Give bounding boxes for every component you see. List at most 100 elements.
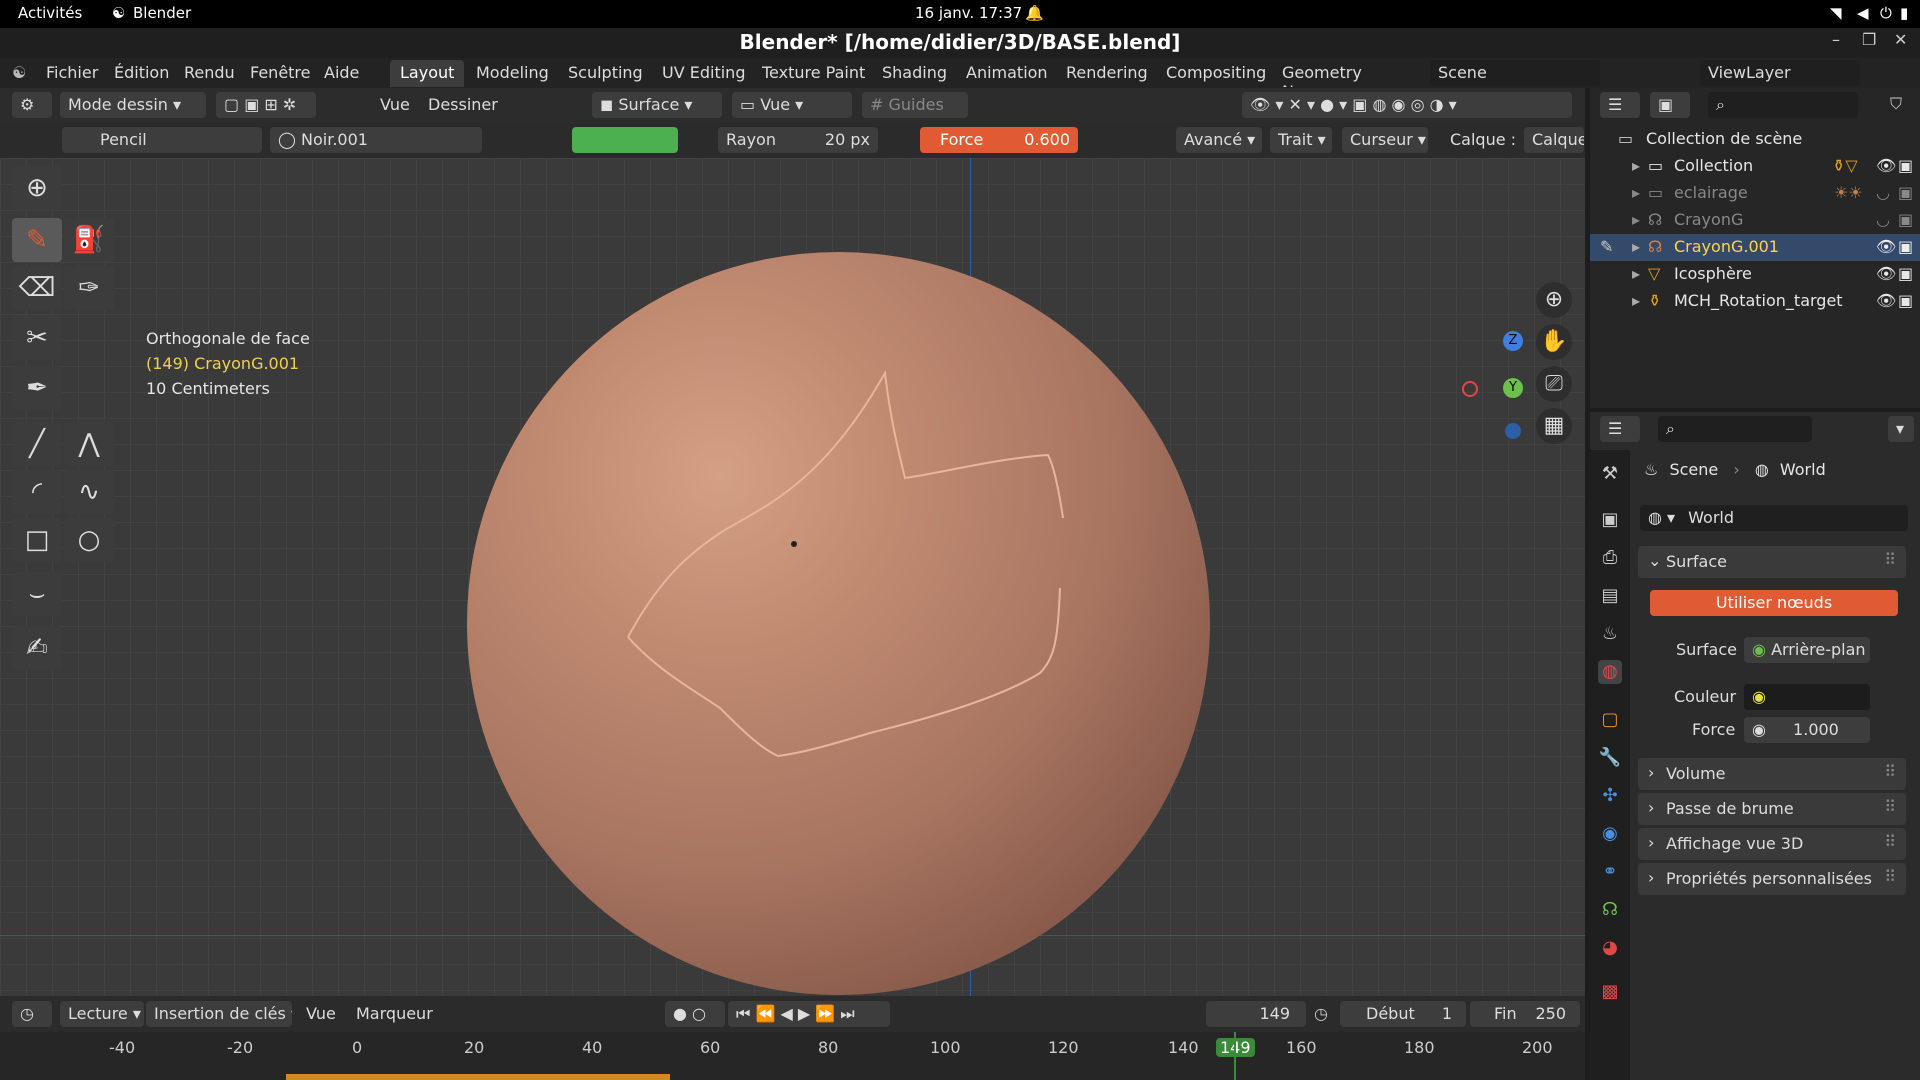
brush-selector[interactable]: Pencil [62,127,262,153]
interpolate-tool-icon[interactable]: ⌣ [12,572,62,616]
current-frame-field[interactable]: 149 [1206,1001,1306,1027]
camera-render-icon[interactable]: ▣ [1898,237,1913,256]
options-dropdown[interactable]: ▾ [1888,416,1914,442]
circle-tool-icon[interactable]: ○ [64,518,114,562]
tab-modeling[interactable]: Modeling [466,60,559,87]
menu-aide[interactable]: Aide [324,63,359,82]
tab-rendering[interactable]: Rendering [1056,60,1158,87]
erase-tool-icon[interactable]: ⌫ [12,266,62,310]
menu-rendu[interactable]: Rendu [184,63,235,82]
eyedropper-tool-icon[interactable]: ✒ [12,366,62,410]
tool-tab-icon[interactable]: ⚒ [1598,462,1622,486]
viewport-display-panel-header[interactable]: › Affichage vue 3D ⠿ [1638,828,1906,860]
texture-tab-icon[interactable]: ▩ [1598,980,1622,1004]
scene-selector[interactable]: Scene [1430,60,1600,86]
trait-dropdown[interactable]: Trait ▾ [1270,127,1332,153]
app-menu[interactable]: Blender [133,4,191,22]
tab-uv-editing[interactable]: UV Editing [652,60,755,87]
draw-tool-icon[interactable]: ✎ [12,218,62,262]
close-icon[interactable]: ✕ [1894,30,1907,49]
menu-vue[interactable]: Vue [380,95,410,114]
grip-icon[interactable]: ⠿ [1884,867,1896,886]
camera-render-icon[interactable]: ▣ [1898,156,1913,175]
grip-icon[interactable]: ⠿ [1884,797,1896,816]
minimize-icon[interactable]: – [1832,30,1840,49]
volume-panel-header[interactable]: › Volume ⠿ [1638,758,1906,790]
object-tab-icon[interactable]: ▢ [1598,708,1622,732]
properties-search-input[interactable]: ⌕ [1658,416,1812,442]
debut-field[interactable]: Début 1 [1340,1001,1466,1027]
mist-panel-header[interactable]: › Passe de brume ⠿ [1638,793,1906,825]
surface-shader-selector[interactable]: ◉ Arrière-plan [1744,637,1870,663]
insertion-menu[interactable]: Insertion de clés ▾ [146,1001,292,1027]
orientation-vue-dropdown[interactable]: ▭ Vue ▾ [732,92,852,118]
output-tab-icon[interactable]: ⎙ [1598,546,1622,570]
eye-icon[interactable]: ◡ [1876,210,1890,229]
filter-icon[interactable]: ⛉ [1890,94,1902,114]
pan-hand-icon[interactable]: ✋ [1536,324,1572,360]
world-force-field[interactable]: ◉ 1.000 [1744,717,1870,743]
use-nodes-button[interactable]: Utiliser nœuds [1650,590,1898,616]
record-button[interactable]: ● ○ [665,1001,725,1027]
outliner-root[interactable]: ▭ Collection de scène [1590,126,1920,153]
cutter-tool-icon[interactable]: ✂ [12,316,62,360]
mode-dropdown[interactable]: Mode dessin ▾ [60,92,206,118]
color-swatch[interactable] [572,127,678,153]
material-selector[interactable]: ◯ Noir.001 [270,127,482,153]
grip-icon[interactable]: ⠿ [1884,762,1896,781]
properties-editor-icon[interactable]: ☰ [1600,416,1640,442]
constraints-tab-icon[interactable]: ⚭ [1598,860,1622,884]
timeline-ruler[interactable]: -40 -20 0 20 40 60 80 100 120 140 149 16… [0,1032,1585,1080]
tab-animation[interactable]: Animation [956,60,1058,87]
outliner-editor-icon[interactable]: ☰ [1600,92,1640,118]
camera-icon[interactable]: ⎚ [1536,366,1572,402]
outliner-item-active[interactable]: ✎ ▸ ☊ CrayonG.001 👁 ▣ [1590,234,1920,261]
tab-geometry-nodes[interactable]: Geometry Nc [1272,60,1380,87]
eye-icon[interactable]: 👁 [1876,156,1896,175]
eye-icon[interactable]: 👁 [1876,264,1896,283]
camera-render-icon[interactable]: ▣ [1898,210,1913,229]
fill-tool-icon[interactable]: ⛽ [64,218,114,262]
tab-compositing[interactable]: Compositing [1156,60,1276,87]
grip-icon[interactable]: ⠿ [1884,550,1896,569]
ortho-grid-icon[interactable]: ▦ [1536,408,1572,444]
outliner-search-input[interactable]: ⌕ [1708,92,1858,118]
avance-dropdown[interactable]: Avancé ▾ [1176,127,1262,153]
render-tab-icon[interactable]: ▣ [1598,508,1622,532]
surface-panel-header[interactable]: ⌄ Surface ⠿ [1638,546,1906,578]
outliner-item[interactable]: ▸ ⚱ MCH_Rotation_target 👁 ▣ [1590,288,1920,315]
menu-fichier[interactable]: Fichier [46,63,98,82]
playhead-line[interactable] [1234,1032,1236,1080]
rayon-field[interactable]: Rayon 20 px [718,127,878,153]
gizmo-y[interactable]: Y [1503,378,1523,398]
gizmo-neg-x[interactable] [1462,381,1478,397]
camera-render-icon[interactable]: ▣ [1898,264,1913,283]
display-mode-icon[interactable]: ▣ [1650,92,1690,118]
viewport-shading-buttons[interactable]: 👁 ▾ ✕ ▾ ● ▾ ▣ ◍ ◉ ◎ ◑ ▾ [1242,92,1572,118]
viewlayer-selector[interactable]: ViewLayer [1700,60,1860,86]
power-icon[interactable]: ⏻ [1880,4,1892,22]
data-tab-icon[interactable]: ☊ [1598,898,1622,922]
keyframe-range[interactable] [286,1074,670,1080]
eye-icon[interactable]: 👁 [1876,237,1896,256]
outliner-item[interactable]: ▸ ▭ Collection ⚱▽ 👁 ▣ [1590,153,1920,180]
camera-render-icon[interactable]: ▣ [1898,183,1913,202]
timeline-editor-icon[interactable]: ◷ [12,1001,52,1027]
guides-button[interactable]: # Guides [862,92,968,118]
gizmo-z[interactable]: Z [1503,331,1523,351]
polyline-tool-icon[interactable]: ⋀ [64,422,114,466]
placement-surface-dropdown[interactable]: ◼ Surface ▾ [592,92,722,118]
eye-icon[interactable]: ◡ [1876,183,1890,202]
box-tool-icon[interactable]: □ [12,518,62,562]
custom-properties-panel-header[interactable]: › Propriétés personnalisées ⠿ [1638,863,1906,895]
menu-dessiner[interactable]: Dessiner [428,95,498,114]
tab-sculpting[interactable]: Sculpting [558,60,653,87]
outliner-item[interactable]: ▸ ▽ Icosphère 👁 ▣ [1590,261,1920,288]
maximize-icon[interactable]: ❐ [1862,30,1876,49]
clock-icon[interactable]: ◷ [1314,1004,1328,1023]
timeline-vue-menu[interactable]: Vue [306,1004,336,1023]
curve-tool-icon[interactable]: ∿ [64,470,114,514]
arc-tool-icon[interactable]: ◜ [12,470,62,514]
scene-tab-icon[interactable]: ♨ [1598,622,1622,646]
outliner-item[interactable]: ▸ ▭ eclairage ☀☀ ◡ ▣ [1590,180,1920,207]
